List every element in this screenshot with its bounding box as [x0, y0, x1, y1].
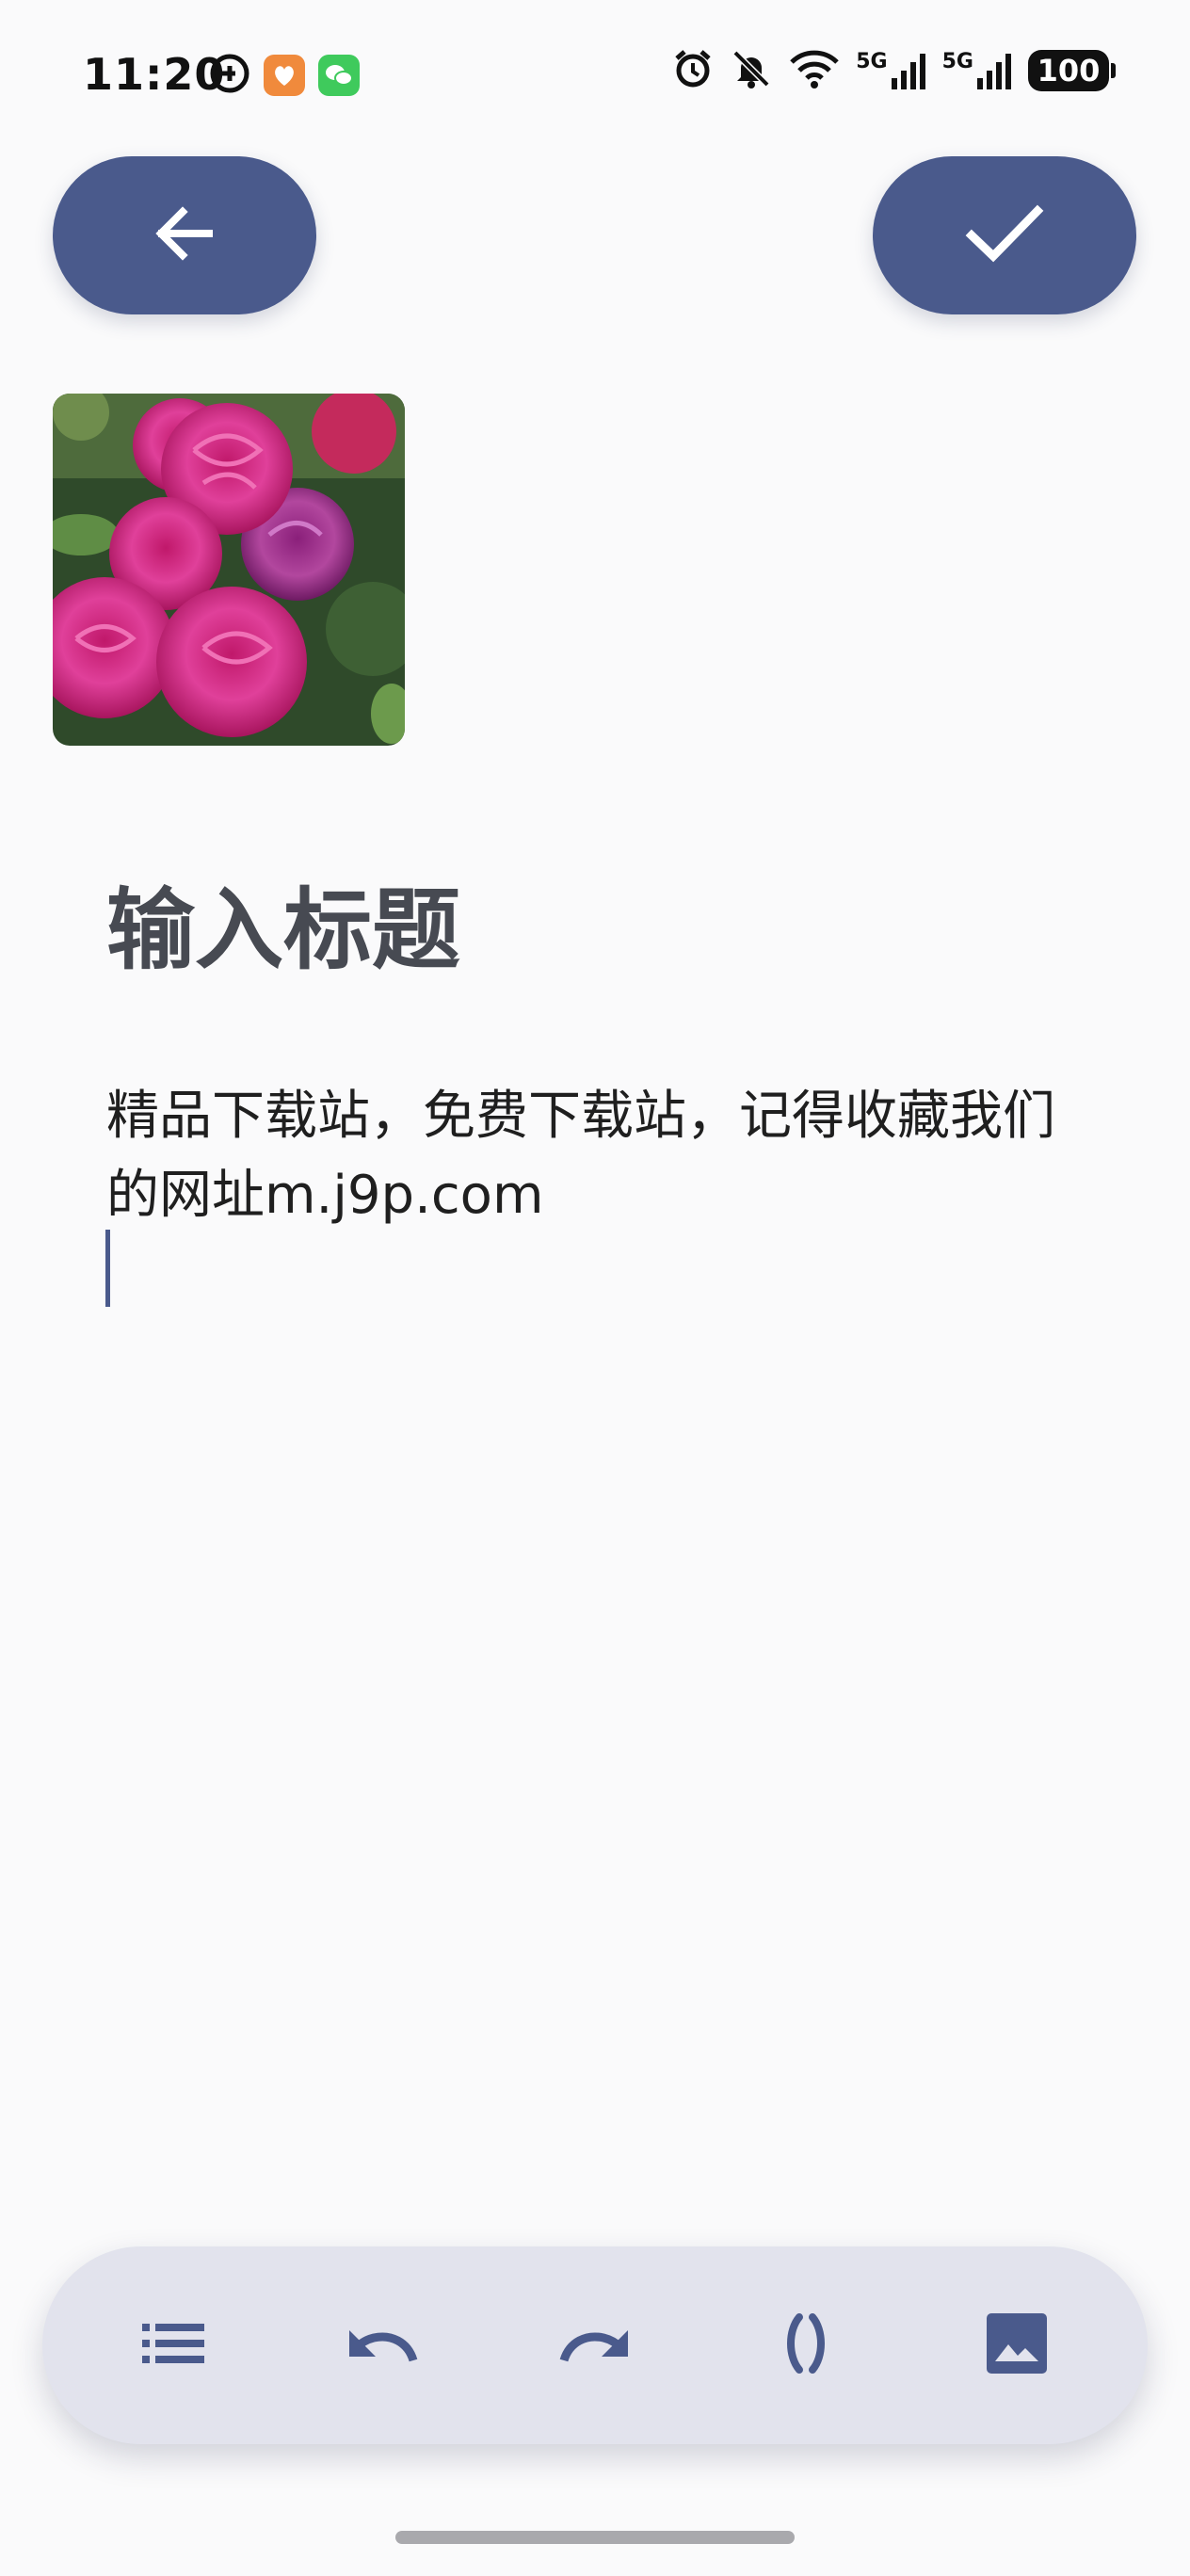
- app-notification-icon: [209, 53, 250, 98]
- status-time: 11:20: [83, 49, 226, 100]
- redo-icon: [556, 2317, 632, 2374]
- text-cursor: [105, 1230, 110, 1307]
- battery-indicator: 100: [1028, 50, 1116, 91]
- redo-button[interactable]: [530, 2281, 658, 2409]
- parentheses-button[interactable]: [742, 2281, 870, 2409]
- editor-toolbar: [42, 2246, 1148, 2444]
- parentheses-icon: [782, 2313, 829, 2377]
- wechat-icon: [318, 55, 360, 96]
- alarm-icon: [671, 47, 715, 94]
- network-type-label: 5G: [856, 50, 888, 73]
- home-gesture-bar[interactable]: [395, 2531, 795, 2544]
- arrow-left-icon: [147, 196, 222, 275]
- status-notification-icons: [209, 53, 360, 98]
- bullet-list-button[interactable]: [109, 2281, 237, 2409]
- note-body-input[interactable]: 精品下载站，免费下载站，记得收藏我们的网址m.j9p.com: [106, 1077, 1076, 1235]
- status-bar: 11:20 5G 5G 100: [0, 0, 1190, 151]
- attached-image-thumbnail[interactable]: [53, 394, 405, 746]
- status-system-icons: 5G 5G 100: [671, 47, 1116, 94]
- mute-bell-icon: [730, 47, 773, 94]
- health-app-icon: [264, 55, 305, 96]
- signal-1: 5G: [856, 52, 926, 89]
- note-title-input[interactable]: 输入标题: [106, 859, 460, 987]
- undo-icon: [346, 2317, 421, 2374]
- save-button[interactable]: [873, 156, 1136, 314]
- signal-2: 5G: [942, 52, 1013, 89]
- network-type-label: 5G: [941, 50, 973, 73]
- insert-image-button[interactable]: [953, 2281, 1081, 2409]
- signal-bars-icon: [977, 54, 1011, 89]
- list-icon: [140, 2320, 206, 2371]
- back-button[interactable]: [53, 156, 316, 314]
- signal-bars-icon: [891, 54, 925, 89]
- check-icon: [962, 196, 1047, 275]
- wifi-icon: [788, 47, 841, 94]
- undo-button[interactable]: [319, 2281, 447, 2409]
- rose-photo: [53, 394, 405, 746]
- image-icon: [986, 2312, 1048, 2378]
